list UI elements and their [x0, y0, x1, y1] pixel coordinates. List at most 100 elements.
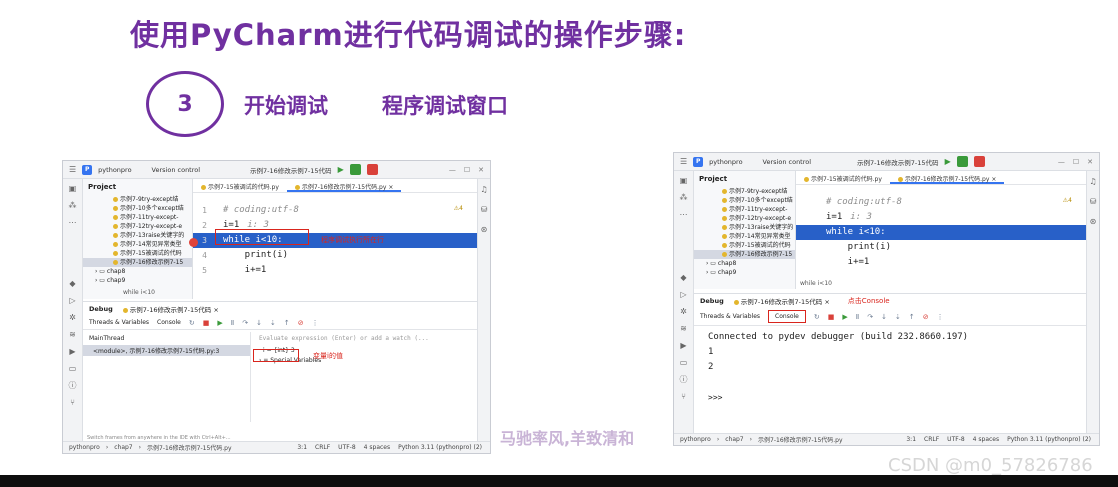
maximize-icon[interactable]: ☐ [464, 166, 470, 174]
problems-icon[interactable]: ⓘ [68, 381, 78, 391]
step-into-icon[interactable]: ↓ [256, 319, 262, 327]
step-over-icon[interactable]: ↷ [242, 319, 248, 327]
tree-file[interactable]: 示例7-14常见异常类型 [722, 232, 795, 241]
maximize-icon[interactable]: ☐ [1073, 158, 1079, 166]
status-path-file[interactable]: 示例7-16修改示例7-15代码.py [147, 443, 232, 452]
editor-breadcrumb[interactable]: while i<10 [800, 280, 832, 287]
status-path-root[interactable]: pythonpro [69, 444, 100, 451]
caret-position[interactable]: 3:1 [906, 436, 916, 443]
tree-file[interactable]: 示例7-10多个except结 [113, 204, 192, 213]
run-config-selector[interactable]: 示例7-16修改示例7-15代码 [857, 157, 939, 167]
notifications-icon[interactable]: ♫ [1088, 177, 1098, 187]
mute-breakpoints-icon[interactable]: ⊘ [923, 313, 929, 321]
file-encoding[interactable]: UTF-8 [947, 436, 965, 443]
problems-icon[interactable]: ⓘ [679, 375, 689, 385]
tree-file[interactable]: 示例7-12try-except-e [722, 214, 795, 223]
status-path-folder[interactable]: chap7 [114, 444, 132, 451]
tree-file[interactable]: 示例7-13raise关键字的 [722, 223, 795, 232]
evaluate-expression-input[interactable]: Evaluate expression (Enter) or add a wat… [255, 332, 477, 345]
more-tools-icon[interactable]: ⋯ [68, 218, 78, 228]
structure-tool-icon[interactable]: ⁂ [679, 193, 689, 203]
tree-file[interactable]: 示例7-9try-except结 [722, 187, 795, 196]
notifications-icon[interactable]: ♫ [479, 185, 489, 195]
tree-folder[interactable]: › ▭ chap8 [694, 259, 795, 268]
version-control-menu[interactable]: Version control [763, 158, 812, 166]
project-switcher[interactable]: pythonpro [98, 166, 131, 174]
tree-file[interactable]: 示例7-9try-except结 [113, 195, 192, 204]
debug-tool-icon[interactable]: ✲ [679, 307, 689, 317]
pause-icon[interactable]: Ⅱ [231, 319, 234, 327]
ai-assistant-icon[interactable]: ⊛ [479, 225, 489, 235]
resume-icon[interactable]: ▶ [842, 313, 847, 321]
debug-session-tab[interactable]: 示例7-16修改示例7-15代码 × [733, 296, 830, 306]
status-path-file[interactable]: 示例7-16修改示例7-15代码.py [758, 435, 843, 444]
indent-setting[interactable]: 4 spaces [364, 444, 390, 451]
stop-debug-icon[interactable]: ■ [828, 313, 835, 321]
tab-file-15[interactable]: 示例7-15被调试的代码.py [193, 179, 287, 192]
file-encoding[interactable]: UTF-8 [338, 444, 356, 451]
step-into-my-code-icon[interactable]: ⇣ [895, 313, 901, 321]
run-tool-icon[interactable]: ▷ [68, 296, 78, 306]
python-console-icon[interactable]: ▶ [68, 347, 78, 357]
terminal-icon[interactable]: ▭ [68, 364, 78, 374]
status-path-folder[interactable]: chap7 [725, 436, 743, 443]
debug-session-tab[interactable]: 示例7-16修改示例7-15代码 × [122, 304, 219, 314]
close-icon[interactable]: ✕ [1087, 158, 1093, 166]
tab-threads-variables[interactable]: Threads & Variables [700, 313, 760, 320]
more-icon[interactable]: ⋮ [312, 319, 319, 327]
status-path-root[interactable]: pythonpro [680, 436, 711, 443]
terminal-icon[interactable]: ▭ [679, 358, 689, 368]
tree-file[interactable]: 示例7-13raise关键字的 [113, 231, 192, 240]
step-into-my-code-icon[interactable]: ⇣ [270, 319, 276, 327]
tree-file-selected[interactable]: 示例7-16修改示例7-15 [83, 258, 192, 267]
git-icon[interactable]: ⑂ [68, 398, 78, 408]
git-icon[interactable]: ⑂ [679, 392, 689, 402]
rerun-icon[interactable]: ↻ [189, 319, 195, 327]
debug-icon[interactable] [956, 156, 968, 167]
database-icon[interactable]: ⛁ [1088, 197, 1098, 207]
tree-file[interactable]: 示例7-14常见异常类型 [113, 240, 192, 249]
mute-breakpoints-icon[interactable]: ⊘ [298, 319, 304, 327]
close-icon[interactable]: ✕ [478, 166, 484, 174]
run-icon[interactable]: ▶ [945, 157, 951, 166]
menu-icon[interactable]: ☰ [680, 157, 687, 166]
tree-folder[interactable]: › ▭ chap9 [694, 268, 795, 277]
breakpoint-icon[interactable] [189, 238, 198, 247]
tab-console[interactable]: Console [768, 310, 806, 323]
layers-icon[interactable]: ≋ [679, 324, 689, 334]
layers-icon[interactable]: ≋ [68, 330, 78, 340]
debug-console-output[interactable]: Connected to pydev debugger (build 232.8… [708, 330, 1076, 433]
database-icon[interactable]: ⛁ [479, 205, 489, 215]
line-separator[interactable]: CRLF [315, 444, 330, 451]
version-control-menu[interactable]: Version control [152, 166, 201, 174]
more-icon[interactable]: ⋮ [937, 313, 944, 321]
minimize-icon[interactable]: — [449, 166, 456, 174]
python-console-icon[interactable]: ▶ [679, 341, 689, 351]
editor-breadcrumb[interactable]: while i<10 [123, 289, 155, 296]
tree-file-selected[interactable]: 示例7-16修改示例7-15 [694, 250, 795, 259]
structure-tool-icon[interactable]: ⁂ [68, 201, 78, 211]
tree-file[interactable]: 示例7-15被调试的代码 [113, 249, 192, 258]
interpreter-selector[interactable]: Python 3.11 (pythonpro) (2) [398, 444, 482, 451]
pause-icon[interactable]: Ⅱ [856, 313, 859, 321]
tree-file[interactable]: 示例7-15被调试的代码 [722, 241, 795, 250]
step-into-icon[interactable]: ↓ [881, 313, 887, 321]
rerun-icon[interactable]: ↻ [814, 313, 820, 321]
code-editor[interactable]: 示例7-15被调试的代码.py 示例7-16修改示例7-15代码.py × ⚠4… [796, 171, 1096, 289]
line-separator[interactable]: CRLF [924, 436, 939, 443]
tree-file[interactable]: 示例7-11try-except- [113, 213, 192, 222]
step-out-icon[interactable]: ↑ [909, 313, 915, 321]
menu-icon[interactable]: ☰ [69, 165, 76, 174]
project-tool-icon[interactable]: ▣ [679, 176, 689, 186]
project-switcher[interactable]: pythonpro [709, 158, 742, 166]
tab-file-15[interactable]: 示例7-15被调试的代码.py [796, 171, 890, 184]
interpreter-selector[interactable]: Python 3.11 (pythonpro) (2) [1007, 436, 1091, 443]
resume-icon[interactable]: ▶ [217, 319, 222, 327]
minimize-icon[interactable]: — [1058, 158, 1065, 166]
console-prompt[interactable]: >>> [708, 390, 1076, 405]
tab-file-16[interactable]: 示例7-16修改示例7-15代码.py × [889, 171, 1005, 184]
project-tool-icon[interactable]: ▣ [68, 184, 78, 194]
ai-assistant-icon[interactable]: ⊛ [1088, 217, 1098, 227]
tree-file[interactable]: 示例7-10多个except结 [722, 196, 795, 205]
tree-file[interactable]: 示例7-11try-except- [722, 205, 795, 214]
